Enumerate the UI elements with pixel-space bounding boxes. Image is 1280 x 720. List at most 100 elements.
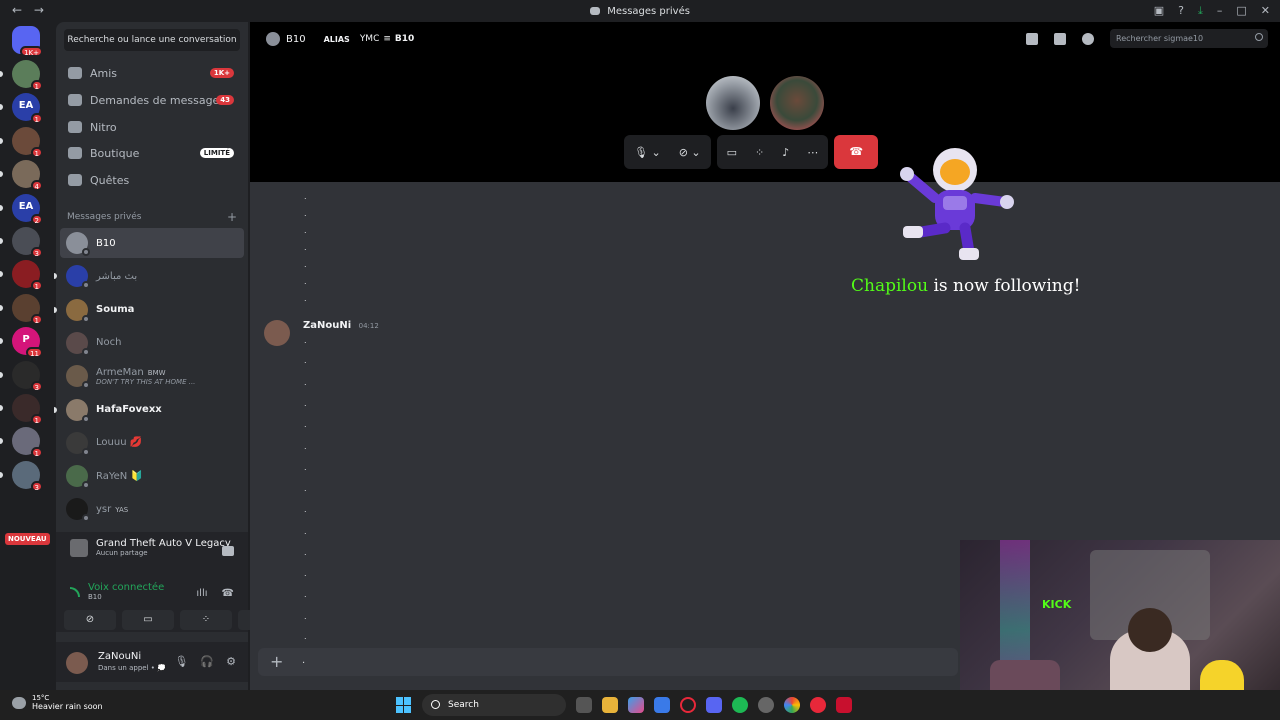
call-area: B10 ALIAS YMC ≡ B10 Rechercher sigmae10 … [250, 22, 1280, 182]
server-icon[interactable]: EA 1 [12, 93, 43, 125]
server-icon[interactable]: EA 2 [12, 193, 43, 225]
message-composer[interactable]: + . [258, 648, 958, 676]
help-icon[interactable]: ? [1178, 4, 1184, 18]
unread-indicator [0, 104, 3, 111]
home-button[interactable]: 1K+ [12, 26, 43, 57]
dm-item[interactable]: Souma [54, 295, 244, 325]
message-avatar[interactable] [264, 320, 290, 346]
microphone-icon[interactable]: 🎙 [174, 655, 188, 668]
dm-name: بث مباشر [96, 270, 138, 282]
inbox-icon[interactable]: ▣ [1154, 4, 1164, 18]
nav-message-requests[interactable]: Demandes de message 43 [64, 87, 244, 113]
server-icon[interactable]: P 11 [12, 327, 43, 359]
nav-nitro[interactable]: Nitro [64, 114, 244, 140]
noise-suppression-icon[interactable]: ıllı [196, 588, 207, 599]
taskbar-search[interactable]: Search [422, 694, 566, 716]
dm-item[interactable]: Noch [60, 328, 244, 358]
server-mention-badge: 3 [30, 480, 43, 492]
windows-start-icon[interactable] [396, 697, 412, 713]
message-header: ZaNouNi 04:12 [303, 320, 379, 331]
user-profile-icon[interactable] [1082, 32, 1094, 45]
message-text: . [304, 260, 307, 269]
activities-button[interactable]: ⁘ [180, 610, 232, 630]
server-icon[interactable]: 1 [12, 126, 43, 158]
weather-widget[interactable]: 15°C Heavier rain soon [12, 694, 103, 711]
server-icon[interactable]: 3 [12, 360, 43, 392]
camera-toggle-icon[interactable]: ⊘ ⌄ [679, 146, 701, 159]
camera-off-button[interactable]: ⊘ [64, 610, 116, 630]
screen-share-icon[interactable]: ▭ [727, 146, 737, 159]
message-author[interactable]: ZaNouNi [303, 320, 351, 331]
server-icon[interactable]: 3 [12, 460, 43, 492]
server-icon[interactable]: 3 [12, 227, 43, 258]
server-icon[interactable]: 4 [12, 160, 43, 192]
minimize-button[interactable]: – [1217, 4, 1223, 18]
dm-item[interactable]: ArmeMan BMW DON'T TRY THIS AT HOME ... [60, 361, 244, 391]
hang-up-button[interactable]: ☎ [834, 135, 879, 169]
close-button[interactable]: ✕ [1261, 4, 1270, 18]
dm-item[interactable]: HafaFovexx [54, 395, 244, 425]
spotify-icon[interactable] [732, 697, 748, 713]
participant-avatar[interactable] [706, 76, 760, 130]
server-icon[interactable]: 1 [12, 260, 43, 292]
store-icon[interactable] [654, 697, 670, 713]
composer-text: . [302, 655, 306, 666]
find-conversation-button[interactable]: Recherche ou lance une conversation [64, 29, 240, 51]
user-avatar[interactable] [66, 652, 88, 674]
server-icon[interactable]: 1 [12, 394, 43, 425]
streamer-head [1128, 608, 1172, 652]
user-name[interactable]: ZaNouNi [98, 651, 141, 662]
window-title-text: Messages privés [607, 5, 690, 17]
activities-icon[interactable]: ⁘ [755, 146, 764, 159]
nav-shop[interactable]: Boutique LIMITÉ [64, 140, 244, 166]
discord-taskbar-icon[interactable] [706, 697, 722, 713]
mic-toggle-icon[interactable]: 🎙 ⌄ [634, 146, 661, 159]
headphones-icon[interactable]: 🎧 [200, 655, 214, 668]
add-friends-icon[interactable] [1054, 32, 1066, 45]
copilot-icon[interactable] [628, 697, 644, 713]
dm-avatar [66, 465, 90, 490]
dm-item[interactable]: Louuu 💋 [60, 428, 244, 458]
server-icon[interactable]: 1 [12, 60, 43, 91]
disconnect-icon[interactable]: ☎ [222, 588, 234, 599]
settings-gear-icon[interactable]: ⚙ [226, 655, 236, 668]
dm-name: ysr [96, 503, 112, 515]
share-screen-icon[interactable] [222, 546, 234, 556]
chrome-icon[interactable] [784, 697, 800, 713]
nav-friends[interactable]: Amis 1K+ [64, 60, 244, 86]
dm-item[interactable]: ysr YAS [60, 494, 244, 524]
participant-avatar[interactable] [770, 76, 824, 130]
dm-section-header: Messages privés + [67, 210, 243, 224]
dm-tag: YAS [115, 505, 129, 514]
follower-name: Chapilou [851, 276, 929, 296]
more-icon[interactable]: ⋯ [807, 146, 818, 159]
download-icon[interactable]: ⤓ [1198, 4, 1203, 18]
create-dm-button[interactable]: + [227, 210, 237, 224]
search-input[interactable]: Rechercher sigmae10 [1110, 29, 1268, 48]
soundboard-icon[interactable]: ♪ [782, 146, 789, 159]
unread-indicator [0, 137, 3, 144]
message-text: . [304, 442, 307, 451]
opera-icon[interactable] [680, 697, 696, 713]
dm-item[interactable]: B10 [60, 228, 244, 258]
capture-app-icon[interactable] [810, 697, 826, 713]
adobe-icon[interactable] [836, 697, 852, 713]
new-badge: NOUVEAU [5, 533, 50, 545]
server-mention-badge: 1 [30, 113, 43, 125]
task-view-icon[interactable] [576, 697, 592, 713]
dm-item[interactable]: RaYeN 🔰 [60, 461, 244, 491]
server-icon[interactable]: 1 [12, 427, 43, 459]
message-text: . [304, 484, 307, 493]
pin-icon[interactable] [1026, 32, 1038, 45]
nav-quests[interactable]: Quêtes [64, 167, 244, 193]
dm-item[interactable]: بث مباشر [54, 261, 244, 291]
screen-share-button[interactable]: ▭ [122, 610, 174, 630]
attach-button[interactable]: + [270, 652, 283, 671]
presence-indicator [82, 314, 90, 323]
presence-indicator [82, 248, 90, 256]
file-explorer-icon[interactable] [602, 697, 618, 713]
server-mention-badge: 1 [30, 280, 43, 292]
maximize-button[interactable]: □ [1236, 4, 1246, 18]
server-icon[interactable]: 1 [12, 293, 43, 325]
steam-icon[interactable] [758, 697, 774, 713]
